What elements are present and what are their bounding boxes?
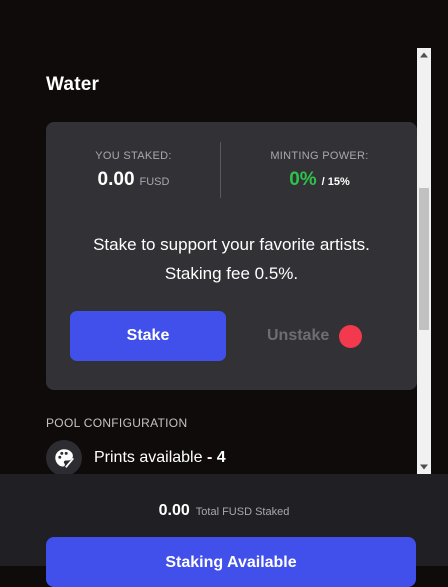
you-staked-label: YOU STAKED: (95, 150, 172, 162)
prints-available-count: - 4 (206, 449, 226, 466)
scroll-up-arrow-icon[interactable] (417, 48, 431, 62)
scroll-thumb[interactable] (419, 188, 429, 330)
minting-power-max: / 15% (321, 176, 350, 188)
unstake-control[interactable]: Unstake (267, 322, 363, 350)
vertical-scrollbar[interactable] (417, 48, 431, 474)
stat-divider (220, 142, 221, 198)
staking-footer: 0.00 Total FUSD Staked Staking Available (0, 474, 448, 587)
minting-power-value: 0% (289, 169, 317, 190)
scroll-down-arrow-icon[interactable] (417, 460, 431, 474)
stake-card: YOU STAKED: 0.00 FUSD MINTING POWER: 0% … (46, 122, 417, 390)
status-dot-icon (339, 324, 363, 348)
total-staked: 0.00 Total FUSD Staked (0, 502, 448, 520)
minting-power-label: MINTING POWER: (270, 150, 369, 162)
you-staked-unit: FUSD (139, 176, 170, 188)
you-staked-value: 0.00 (97, 169, 135, 190)
prints-available-text: Prints available - 4 (94, 449, 226, 467)
stake-button[interactable]: Stake (70, 311, 226, 361)
stake-message: Stake to support your favorite artists. … (46, 230, 417, 288)
pool-configuration-heading: POOL CONFIGURATION (46, 416, 188, 430)
prints-available-row: Prints available - 4 (46, 440, 226, 476)
stake-message-line1: Stake to support your favorite artists. (93, 235, 370, 254)
pool-title: Water (46, 74, 100, 95)
total-staked-label: Total FUSD Staked (195, 506, 290, 518)
stake-message-line2: Staking fee 0.5%. (164, 264, 299, 283)
prints-available-label: Prints available (94, 449, 203, 466)
you-staked-stat: YOU STAKED: 0.00 FUSD (46, 150, 221, 191)
minting-power-stat: MINTING POWER: 0% / 15% (222, 150, 417, 191)
unstake-button[interactable]: Unstake (267, 327, 329, 345)
palette-icon (46, 440, 82, 476)
staking-available-button[interactable]: Staking Available (46, 537, 416, 587)
total-staked-value: 0.00 (158, 502, 190, 519)
